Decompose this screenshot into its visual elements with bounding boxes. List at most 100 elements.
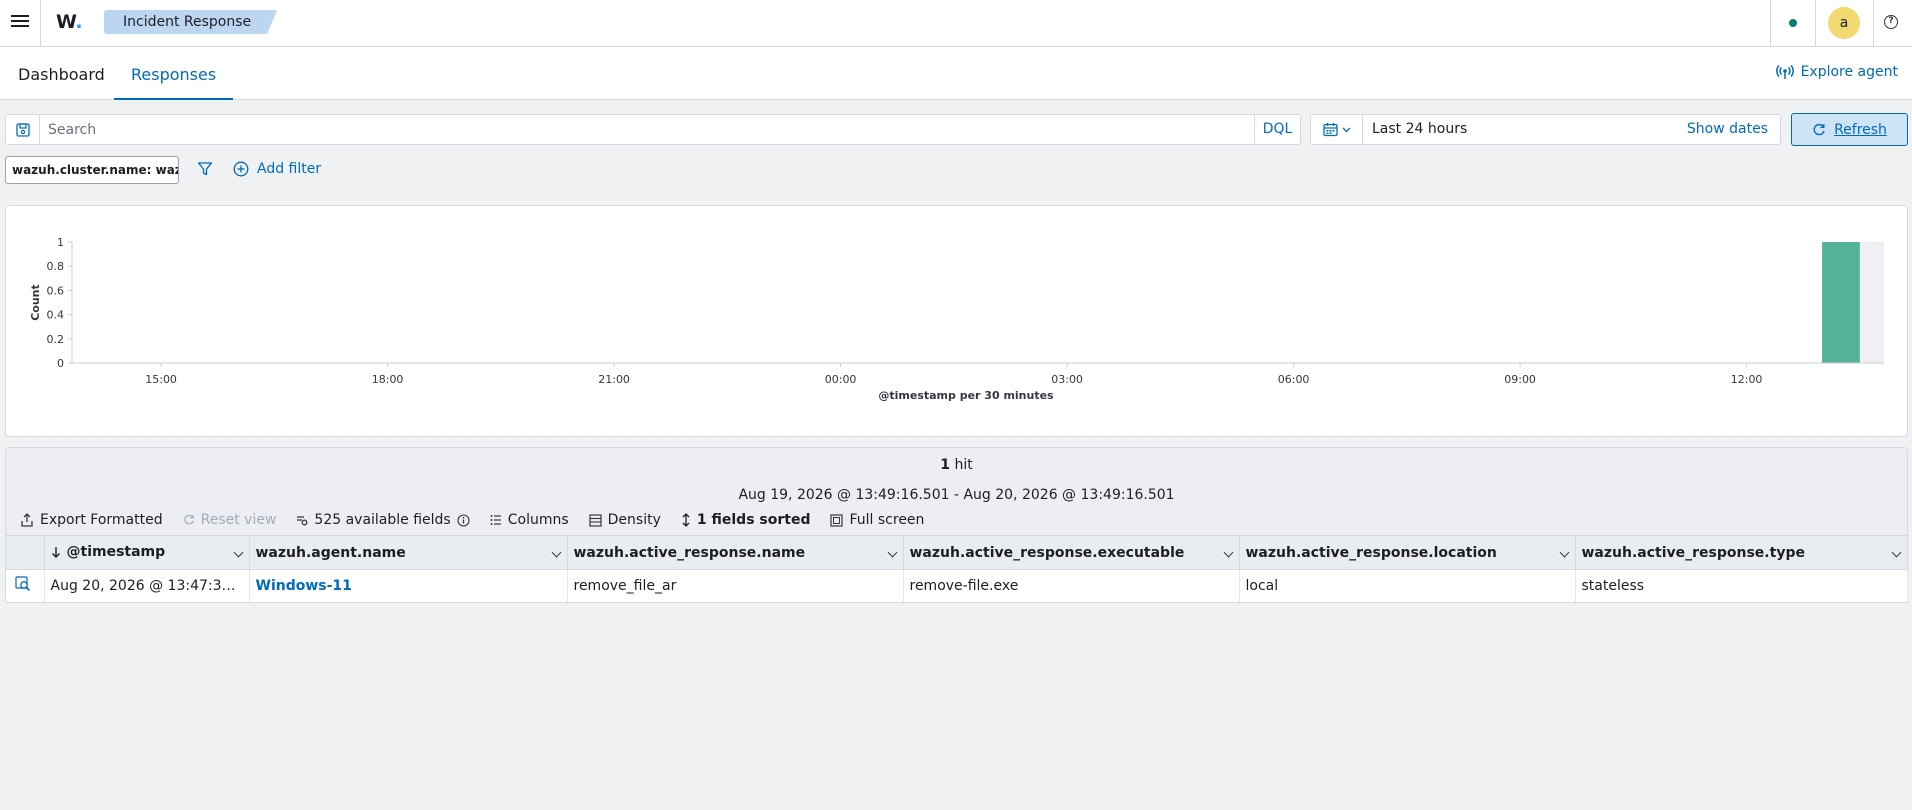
available-fields-button[interactable]: 525 available fields bbox=[296, 512, 470, 528]
export-icon bbox=[21, 513, 33, 527]
hits-number: 1 bbox=[940, 457, 951, 473]
add-filter-button[interactable]: Add filter bbox=[233, 161, 321, 177]
tabs-bar: Dashboard Responses Explore agent bbox=[0, 47, 1912, 100]
query-language-button[interactable]: DQL bbox=[1254, 115, 1300, 144]
x-tick-label: 18:00 bbox=[372, 373, 404, 386]
divider bbox=[1873, 0, 1874, 47]
full-screen-button[interactable]: Full screen bbox=[830, 512, 924, 528]
tab-responses[interactable]: Responses bbox=[114, 47, 234, 100]
columns-button[interactable]: Columns bbox=[490, 512, 569, 528]
fields-icon bbox=[297, 516, 308, 526]
breadcrumb[interactable]: Incident Response bbox=[104, 10, 277, 34]
x-axis-label: @timestamp per 30 minutes bbox=[878, 389, 1054, 402]
inspect-document-button[interactable] bbox=[6, 569, 45, 603]
data-grid-toolbar: Export Formatted Reset view 525 availabl… bbox=[20, 510, 944, 530]
quick-date-menu-button[interactable] bbox=[1311, 115, 1363, 144]
y-axis-label: Count bbox=[29, 284, 42, 321]
divider bbox=[1770, 0, 1771, 47]
chevron-down-icon[interactable] bbox=[233, 547, 243, 558]
chevron-down-icon[interactable] bbox=[1559, 547, 1569, 558]
table-row: Aug 20, 2026 @ 13:47:31.591 Windows-11 r… bbox=[6, 569, 1908, 603]
chevron-down-icon[interactable] bbox=[1223, 547, 1233, 558]
histogram-bar[interactable] bbox=[1822, 242, 1860, 363]
results-data-grid: @timestamp wazuh.agent.name wazuh.active… bbox=[6, 535, 1908, 603]
column-header-response-name[interactable]: wazuh.active_response.name bbox=[567, 535, 904, 570]
x-tick-label: 06:00 bbox=[1278, 373, 1310, 386]
column-header-label: wazuh.agent.name bbox=[255, 544, 406, 561]
query-bar: DQL bbox=[5, 114, 1301, 145]
antenna-icon bbox=[1775, 64, 1794, 79]
x-tick-label: 00:00 bbox=[825, 373, 857, 386]
export-label: Export Formatted bbox=[40, 512, 163, 528]
divider bbox=[40, 0, 41, 47]
density-button[interactable]: Density bbox=[589, 512, 661, 528]
reset-view-button[interactable]: Reset view bbox=[183, 512, 276, 528]
y-tick-label: 0.2 bbox=[47, 333, 65, 346]
sort-fields-button[interactable]: 1 fields sorted bbox=[681, 512, 810, 528]
column-header-response-type[interactable]: wazuh.active_response.type bbox=[1575, 535, 1908, 570]
chevron-down-icon bbox=[1342, 127, 1350, 132]
sort-icon bbox=[682, 513, 690, 527]
explore-agent-button[interactable]: Explore agent bbox=[1775, 64, 1898, 80]
search-input[interactable] bbox=[48, 115, 1248, 144]
y-tick-label: 1 bbox=[57, 236, 64, 249]
export-formatted-button[interactable]: Export Formatted bbox=[20, 512, 163, 528]
histogram-panel: 0 0.2 0.4 0.6 0.8 1 15:00 18:00 21:00 00:00 03:00… bbox=[5, 205, 1908, 437]
column-header-response-executable[interactable]: wazuh.active_response.executable bbox=[903, 535, 1240, 570]
agent-link[interactable]: Windows-11 bbox=[256, 578, 352, 594]
filter-pill-cluster-name[interactable]: wazuh.cluster.name: wazuh bbox=[5, 156, 179, 184]
refresh-icon bbox=[1813, 123, 1825, 135]
show-dates-button[interactable]: Show dates bbox=[1687, 115, 1768, 144]
cell-response-type[interactable]: stateless bbox=[1575, 569, 1908, 603]
refresh-button[interactable]: Refresh bbox=[1791, 113, 1908, 146]
tab-dashboard[interactable]: Dashboard bbox=[18, 47, 105, 100]
help-icon[interactable]: ? bbox=[1884, 15, 1898, 29]
y-tick-label: 0.6 bbox=[47, 284, 65, 297]
logo-text: W bbox=[56, 11, 76, 33]
saved-query-button[interactable] bbox=[6, 115, 40, 144]
user-avatar[interactable]: a bbox=[1828, 7, 1860, 39]
menu-icon[interactable] bbox=[10, 12, 30, 32]
hits-suffix: hit bbox=[950, 457, 973, 473]
calendar-icon bbox=[1322, 123, 1338, 137]
column-header-agent-name[interactable]: wazuh.agent.name bbox=[249, 535, 568, 570]
cell-response-name[interactable]: remove_file_ar bbox=[567, 569, 904, 603]
column-header-timestamp[interactable]: @timestamp bbox=[44, 535, 250, 570]
column-header-response-location[interactable]: wazuh.active_response.location bbox=[1239, 535, 1576, 570]
date-picker: Last 24 hours Show dates bbox=[1310, 114, 1781, 145]
info-icon bbox=[457, 513, 470, 527]
funnel-icon bbox=[197, 162, 213, 176]
histogram-chart: 0 0.2 0.4 0.6 0.8 1 15:00 18:00 21:00 00:00 03:00… bbox=[29, 236, 1884, 402]
table-density-icon bbox=[589, 513, 602, 527]
filter-options-button[interactable] bbox=[197, 161, 213, 181]
grid-header-row: @timestamp wazuh.agent.name wazuh.active… bbox=[6, 535, 1908, 570]
add-filter-label: Add filter bbox=[257, 161, 322, 177]
cell-response-executable[interactable]: remove-file.exe bbox=[903, 569, 1240, 603]
hits-count: 1 hit bbox=[6, 457, 1907, 473]
wazuh-logo[interactable]: W. bbox=[56, 11, 83, 33]
chevron-down-icon[interactable] bbox=[887, 547, 897, 558]
refresh-icon bbox=[183, 514, 194, 525]
x-tick-label: 15:00 bbox=[145, 373, 177, 386]
density-label: Density bbox=[607, 512, 661, 528]
x-tick-label: 03:00 bbox=[1051, 373, 1083, 386]
date-range-label[interactable]: Last 24 hours bbox=[1372, 115, 1467, 144]
x-tick-label: 09:00 bbox=[1504, 373, 1536, 386]
column-header-label: wazuh.active_response.type bbox=[1581, 544, 1805, 561]
results-panel: 1 hit Aug 19, 2026 @ 13:49:16.501 - Aug … bbox=[5, 447, 1908, 603]
control-column-header bbox=[6, 535, 45, 570]
columns-label: Columns bbox=[507, 512, 569, 528]
chevron-down-icon[interactable] bbox=[1891, 547, 1901, 558]
column-header-label: wazuh.active_response.executable bbox=[909, 544, 1185, 561]
chevron-down-icon[interactable] bbox=[551, 547, 561, 558]
plus-circle-icon bbox=[233, 161, 249, 177]
list-icon bbox=[490, 515, 501, 525]
fullscreen-icon bbox=[830, 513, 844, 527]
divider bbox=[1815, 0, 1816, 47]
health-status-icon bbox=[1789, 19, 1797, 27]
cell-response-location[interactable]: local bbox=[1239, 569, 1576, 603]
cell-agent-name[interactable]: Windows-11 bbox=[249, 569, 568, 603]
column-header-label: wazuh.active_response.location bbox=[1245, 544, 1497, 561]
cell-timestamp[interactable]: Aug 20, 2026 @ 13:47:31.591 bbox=[44, 569, 250, 603]
y-tick-label: 0 bbox=[57, 357, 64, 370]
